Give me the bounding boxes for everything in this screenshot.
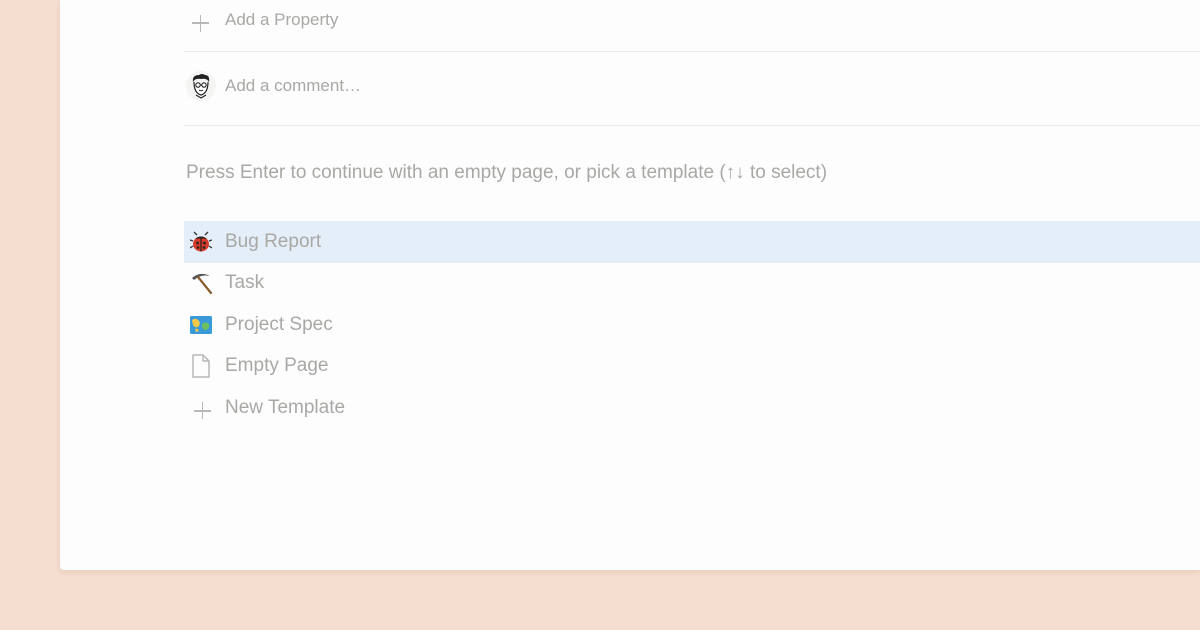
ladybug-icon xyxy=(186,227,216,257)
comment-row xyxy=(184,62,1200,110)
template-hint: Press Enter to continue with an empty pa… xyxy=(186,162,828,183)
template-label: Task xyxy=(225,272,265,294)
divider xyxy=(184,51,1200,52)
template-empty-page[interactable]: Empty Page xyxy=(184,346,1200,388)
add-property-label: Add a Property xyxy=(225,10,339,29)
avatar xyxy=(186,71,216,101)
template-project-spec[interactable]: Project Spec xyxy=(184,304,1200,346)
comment-input[interactable] xyxy=(225,76,825,96)
user-avatar-icon xyxy=(192,74,210,99)
plus-glyph xyxy=(186,393,216,423)
map-icon xyxy=(186,310,216,340)
page-panel: Add a Property Press Enter to continue w… xyxy=(60,0,1200,570)
template-list: Bug Report Task Project Spec Empty Page … xyxy=(184,221,1200,429)
template-task[interactable]: Task xyxy=(184,263,1200,305)
template-label: Empty Page xyxy=(225,355,329,377)
template-label: Bug Report xyxy=(225,230,322,252)
add-property-button[interactable]: Add a Property xyxy=(184,0,1200,40)
pick-icon xyxy=(186,268,216,298)
page-icon xyxy=(186,351,216,381)
template-label: New Template xyxy=(225,396,346,418)
template-bug-report[interactable]: Bug Report xyxy=(184,221,1200,263)
template-label: Project Spec xyxy=(225,313,333,335)
plus-icon xyxy=(186,393,216,423)
plus-icon xyxy=(184,5,214,35)
divider xyxy=(184,125,1200,126)
template-new-template[interactable]: New Template xyxy=(184,387,1200,429)
